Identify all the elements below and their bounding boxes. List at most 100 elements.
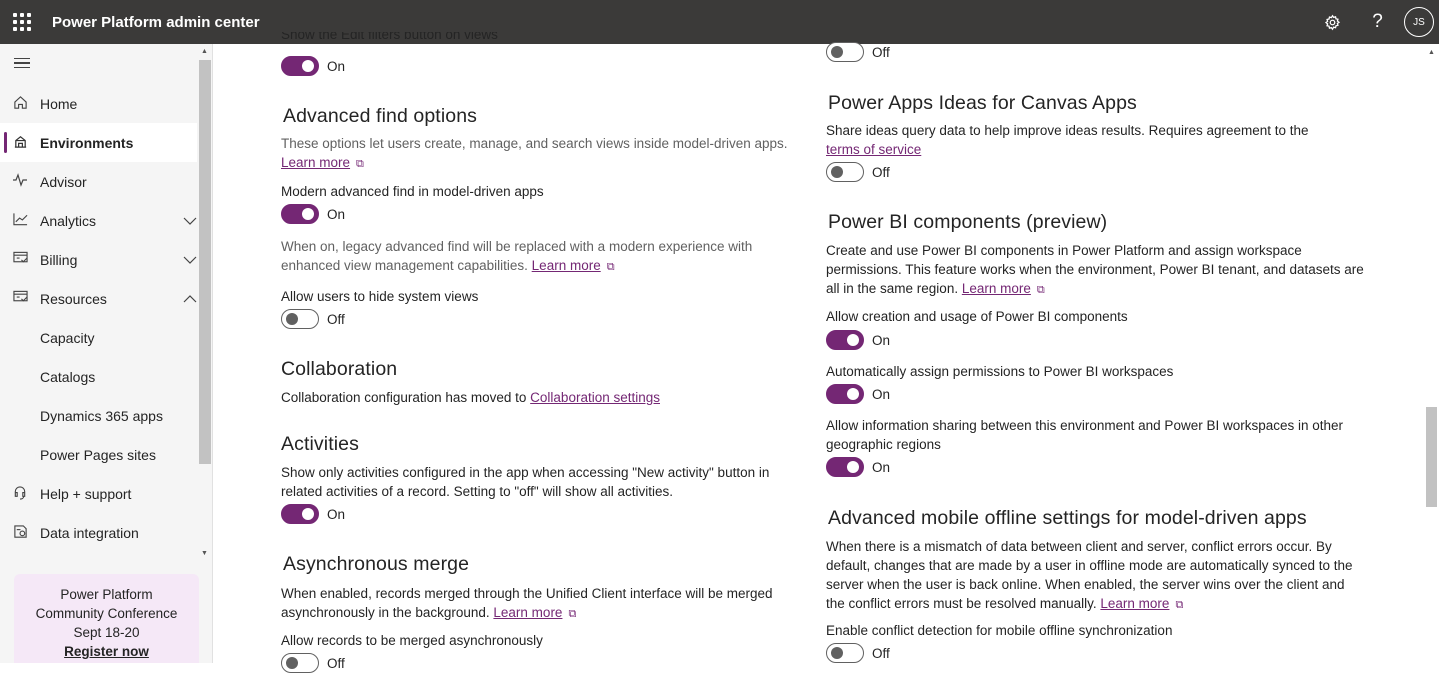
toggle-state: On	[872, 459, 891, 475]
async-merge-description: When enabled, records merged through the…	[281, 584, 801, 624]
promo-date: Sept 18-20	[73, 625, 140, 640]
nav-item-label: Power Pages sites	[40, 446, 156, 463]
info-sharing-toggle[interactable]	[826, 457, 864, 477]
nav-item-label: Advisor	[40, 173, 87, 190]
terms-of-service-link[interactable]: terms of service	[826, 142, 921, 157]
sidebar-scrollbar-thumb[interactable]	[199, 60, 211, 464]
external-link-icon: ⧉	[1175, 599, 1184, 611]
nav-item-capacity[interactable]: Capacity	[0, 318, 197, 357]
activities-toggle[interactable]	[281, 504, 319, 524]
conference-promo-card: Power Platform Community Conference Sept…	[14, 574, 199, 663]
settings-gear-icon[interactable]	[1310, 0, 1355, 44]
main-scrollbar[interactable]: ▲	[1424, 44, 1439, 663]
nav-item-advisor[interactable]: Advisor	[0, 162, 197, 201]
nav-item-data-integration[interactable]: Data integration	[0, 513, 197, 552]
chevron-down-icon[interactable]	[183, 214, 197, 228]
data-integration-icon	[0, 524, 40, 542]
assign-permissions-label: Automatically assign permissions to Powe…	[826, 364, 1174, 379]
toggle-state: Off	[872, 44, 890, 60]
activities-toggle-row: On	[281, 504, 345, 524]
nav-item-label: Resources	[40, 290, 107, 307]
nav-item-home[interactable]: Home	[0, 84, 197, 123]
toggle-state: On	[327, 58, 346, 74]
mobile-offline-title: Advanced mobile offline settings for mod…	[828, 507, 1307, 529]
app-title[interactable]: Power Platform admin center	[52, 14, 260, 31]
analytics-chart-icon	[0, 212, 40, 229]
nav-item-resources[interactable]: Resources	[0, 279, 197, 318]
left-navigation: Home Environments Advisor Analytics Bill…	[0, 44, 213, 663]
collaboration-title: Collaboration	[281, 358, 398, 380]
toggle-state: Off	[327, 311, 345, 327]
nav-item-catalogs[interactable]: Catalogs	[0, 357, 197, 396]
allow-power-bi-toggle[interactable]	[826, 330, 864, 350]
collaboration-settings-link[interactable]: Collaboration settings	[530, 390, 660, 405]
avatar[interactable]: JS	[1404, 7, 1434, 37]
power-apps-ideas-description: Share ideas query data to help improve i…	[826, 123, 1309, 157]
hide-system-views-toggle[interactable]	[281, 309, 319, 329]
hide-system-views-label: Allow users to hide system views	[281, 289, 479, 304]
mobile-offline-learn-more-link[interactable]: Learn more	[1100, 596, 1169, 611]
toggle-state: Off	[872, 645, 890, 661]
power-apps-ideas-toggle[interactable]	[826, 162, 864, 182]
nav-item-label: Help + support	[40, 485, 132, 502]
nav-item-environments[interactable]: Environments	[0, 123, 197, 162]
external-link-icon: ⧉	[568, 608, 577, 620]
external-link-icon: ⧉	[606, 261, 615, 273]
collaboration-description: Collaboration configuration has moved to…	[281, 390, 660, 405]
scroll-up-arrow-icon[interactable]: ▲	[1428, 49, 1435, 56]
app-launcher-icon[interactable]	[0, 0, 44, 44]
toggle-state: Off	[872, 164, 890, 180]
nav-item-label: Data integration	[40, 524, 139, 541]
top-setting-toggle[interactable]	[826, 42, 864, 62]
allow-power-bi-label: Allow creation and usage of Power BI com…	[826, 309, 1128, 324]
advanced-find-title: Advanced find options	[283, 105, 477, 127]
nav-item-billing[interactable]: Billing	[0, 240, 197, 279]
external-link-icon: ⧉	[356, 158, 364, 170]
mobile-offline-description: When there is a mismatch of data between…	[826, 537, 1366, 615]
nav-item-help-support[interactable]: Help + support	[0, 474, 197, 513]
power-bi-learn-more-link[interactable]: Learn more	[962, 281, 1031, 296]
nav-item-dynamics-365-apps[interactable]: Dynamics 365 apps	[0, 396, 197, 435]
advanced-find-learn-more-link[interactable]: Learn more	[281, 155, 350, 170]
activities-description: Show only activities configured in the a…	[281, 465, 770, 499]
help-question-icon[interactable]: ?	[1355, 0, 1400, 44]
nav-item-power-pages-sites[interactable]: Power Pages sites	[0, 435, 197, 474]
nav-item-label: Catalogs	[40, 368, 96, 385]
assign-permissions-toggle-row: On	[826, 384, 890, 404]
async-merge-toggle[interactable]	[281, 653, 319, 673]
modern-advanced-find-toggle[interactable]	[281, 204, 319, 224]
edit-filters-toggle[interactable]	[281, 56, 319, 76]
modern-advanced-find-label: Modern advanced find in model-driven app…	[281, 184, 544, 199]
assign-permissions-toggle[interactable]	[826, 384, 864, 404]
nav-item-analytics[interactable]: Analytics	[0, 201, 197, 240]
toggle-state: On	[872, 386, 891, 402]
modern-advanced-find-description: When on, legacy advanced find will be re…	[281, 237, 801, 277]
conflict-detection-toggle-row: Off	[826, 643, 890, 663]
nav-item-label: Capacity	[40, 329, 95, 346]
chevron-down-icon[interactable]	[183, 253, 197, 267]
hide-system-views-toggle-row: Off	[281, 309, 345, 329]
promo-line: Community Conference	[35, 606, 178, 621]
power-bi-description: Create and use Power BI components in Po…	[826, 241, 1366, 300]
toggle-state: On	[327, 506, 346, 522]
toggle-state: Off	[327, 655, 345, 671]
promo-line: Power Platform	[60, 587, 153, 602]
conflict-detection-toggle[interactable]	[826, 643, 864, 663]
conflict-detection-label: Enable conflict detection for mobile off…	[826, 623, 1173, 638]
sidebar-scrollbar[interactable]: ▲ ▼	[199, 48, 211, 563]
hamburger-menu-icon[interactable]	[0, 44, 212, 82]
nav-item-label: Environments	[40, 134, 134, 151]
async-merge-learn-more-link[interactable]: Learn more	[493, 605, 562, 620]
main-scrollbar-thumb[interactable]	[1426, 407, 1437, 507]
register-now-link[interactable]: Register now	[64, 644, 149, 659]
advanced-find-description: These options let users create, manage, …	[281, 134, 801, 174]
billing-icon	[0, 251, 40, 268]
scroll-down-arrow-icon[interactable]: ▼	[201, 550, 208, 557]
scroll-up-arrow-icon[interactable]: ▲	[201, 48, 208, 55]
power-apps-ideas-title: Power Apps Ideas for Canvas Apps	[828, 92, 1137, 114]
edit-filters-toggle-row: On	[281, 56, 345, 76]
nav-item-label: Billing	[40, 251, 78, 268]
modern-find-learn-more-link[interactable]: Learn more	[532, 258, 601, 273]
chevron-up-icon[interactable]	[183, 292, 197, 306]
resources-icon	[0, 290, 40, 307]
